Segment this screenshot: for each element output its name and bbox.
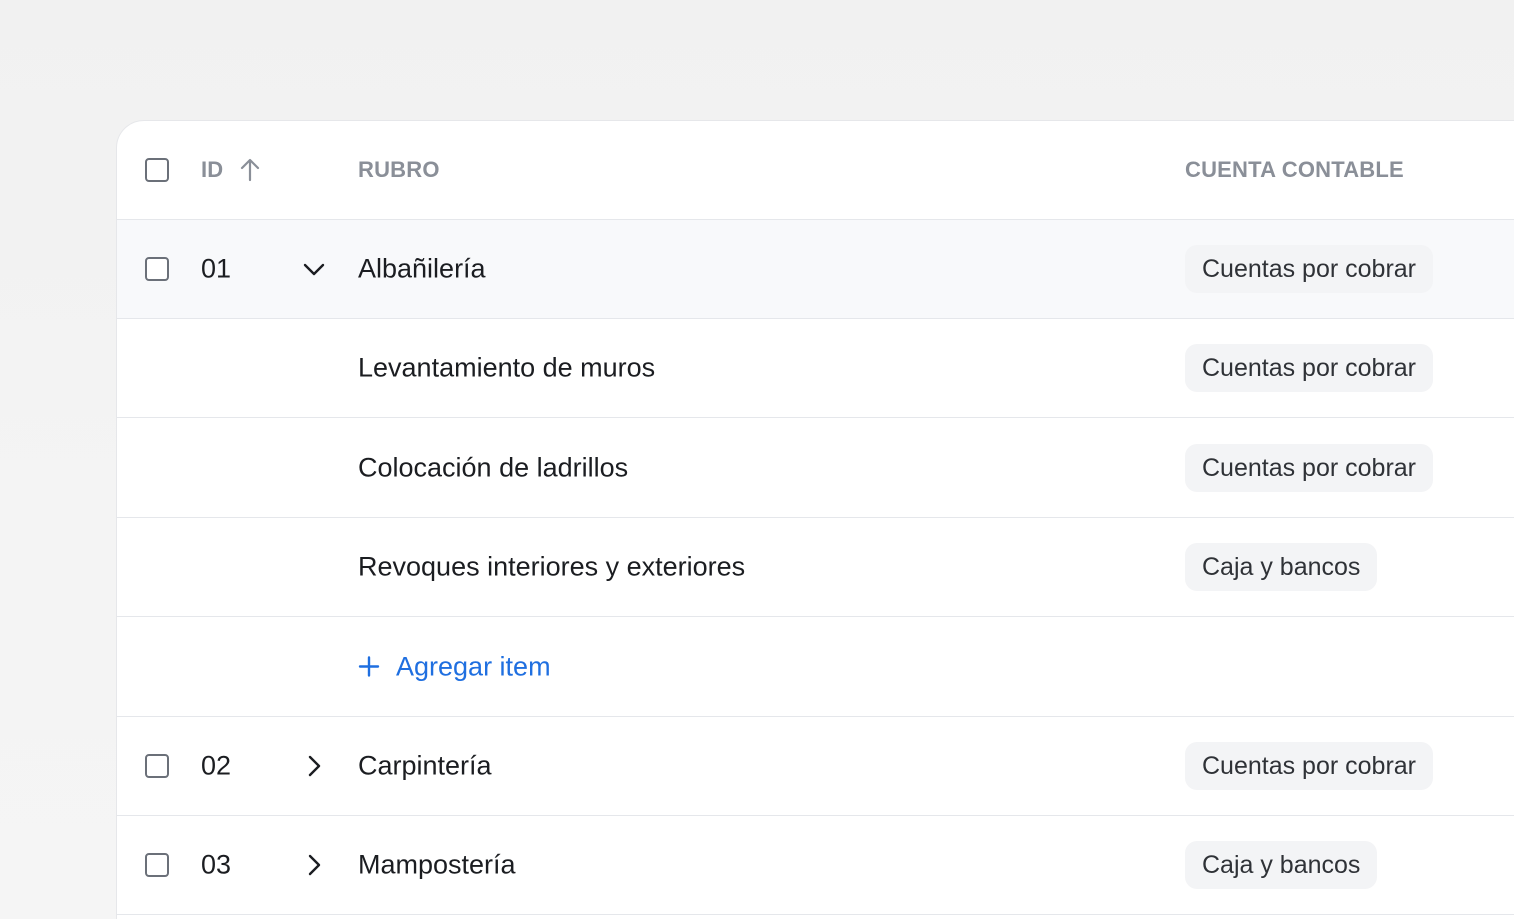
account-badge: Caja y bancos: [1185, 543, 1378, 591]
sub-row-rubro: Colocación de ladrillos: [358, 452, 629, 482]
chevron-right-icon[interactable]: [301, 852, 327, 878]
row-rubro: Carpintería: [358, 750, 492, 781]
add-item-label: Agregar item: [396, 651, 551, 681]
add-item-row: Agregar item: [117, 617, 1514, 717]
row-id: 02: [201, 750, 232, 781]
row-checkbox[interactable]: [145, 257, 169, 281]
table-row[interactable]: 01 Albañilería Cuentas por cobrar: [117, 220, 1514, 319]
sub-row[interactable]: Colocación de ladrillos Cuentas por cobr…: [117, 418, 1514, 518]
account-badge: Caja y bancos: [1185, 841, 1378, 889]
column-header-rubro[interactable]: RUBRO: [358, 157, 440, 183]
chevron-right-icon[interactable]: [301, 753, 327, 779]
table-header: ID RUBRO CUENTA CONTABLE: [117, 121, 1514, 220]
table-row[interactable]: 02 Carpintería Cuentas por cobrar: [117, 717, 1514, 816]
sub-row-rubro: Levantamiento de muros: [358, 352, 656, 383]
table-row[interactable]: 03 Mampostería Caja y bancos: [117, 816, 1514, 915]
row-id: 01: [201, 253, 232, 284]
account-badge: Cuentas por cobrar: [1185, 344, 1434, 392]
row-checkbox[interactable]: [145, 853, 169, 877]
row-rubro: Mampostería: [358, 849, 516, 880]
column-header-cuenta[interactable]: CUENTA CONTABLE: [1185, 157, 1404, 183]
plus-icon: [358, 656, 380, 677]
add-item-button[interactable]: Agregar item: [358, 651, 551, 682]
account-badge: Cuentas por cobrar: [1185, 443, 1434, 492]
row-rubro: Albañilería: [358, 253, 486, 284]
arrow-up-icon[interactable]: [239, 158, 261, 182]
account-badge: Cuentas por cobrar: [1185, 742, 1434, 790]
row-checkbox[interactable]: [145, 754, 169, 778]
sub-row[interactable]: Revoques interiores y exteriores Caja y …: [117, 518, 1514, 617]
column-header-id[interactable]: ID: [201, 157, 261, 183]
chevron-down-icon[interactable]: [301, 256, 327, 282]
select-all-checkbox[interactable]: [145, 158, 169, 182]
sub-row-rubro: Revoques interiores y exteriores: [358, 551, 746, 582]
sub-row[interactable]: Levantamiento de muros Cuentas por cobra…: [117, 319, 1514, 418]
rubros-table: ID RUBRO CUENTA CONTABLE 01 Albañilería …: [116, 120, 1514, 919]
row-id: 03: [201, 849, 232, 880]
column-header-id-label: ID: [201, 157, 224, 182]
account-badge: Cuentas por cobrar: [1185, 245, 1434, 293]
